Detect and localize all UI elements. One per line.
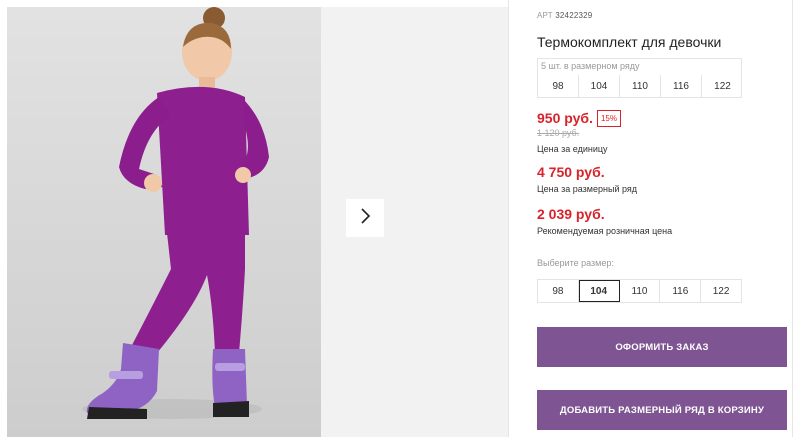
size-set-item: 104 — [579, 75, 620, 97]
retail-price-label: Рекомендуемая розничная цена — [537, 226, 673, 236]
size-select-caption: Выберите размер: — [537, 258, 614, 268]
panel-divider — [508, 0, 509, 437]
product-title: Термокомплект для девочки — [537, 34, 722, 50]
size-set-row: 98 104 110 116 122 — [538, 75, 743, 97]
panel-divider-right — [792, 0, 793, 437]
retail-price: 2 039 руб. — [537, 206, 605, 222]
size-set-item: 110 — [620, 75, 661, 97]
product-photo[interactable] — [7, 7, 321, 437]
unit-price-label: Цена за единицу — [537, 144, 608, 154]
set-price: 4 750 руб. — [537, 164, 605, 180]
size-option-selected[interactable]: 104 — [578, 280, 620, 302]
size-option[interactable]: 98 — [538, 280, 579, 302]
article-value: 32422329 — [555, 11, 593, 20]
checkout-button[interactable]: ОФОРМИТЬ ЗАКАЗ — [537, 327, 787, 367]
old-price: 1 120 руб. — [537, 128, 580, 138]
size-option[interactable]: 116 — [660, 280, 702, 302]
size-option[interactable]: 110 — [620, 280, 661, 302]
article-number: АРТ 32422329 — [537, 11, 592, 20]
product-gallery — [7, 7, 509, 437]
size-set-item: 116 — [661, 75, 702, 97]
next-image-button[interactable] — [346, 199, 384, 237]
size-selector: 98 104 110 116 122 — [537, 279, 742, 303]
add-size-set-to-cart-button[interactable]: ДОБАВИТЬ РАЗМЕРНЫЙ РЯД В КОРЗИНУ — [537, 390, 787, 430]
set-price-label: Цена за размерный ряд — [537, 184, 638, 194]
article-label: АРТ — [537, 11, 553, 20]
unit-price: 950 руб. — [537, 110, 593, 126]
size-option[interactable]: 122 — [701, 280, 741, 302]
size-set-caption: 5 шт. в размерном ряду — [541, 61, 640, 71]
discount-badge: 15% — [597, 110, 621, 127]
chevron-right-icon — [359, 207, 371, 229]
girl-in-thermal-set-image — [7, 7, 321, 437]
size-set-item: 98 — [538, 75, 579, 97]
size-set-item: 122 — [714, 80, 731, 92]
size-set-box: 5 шт. в размерном ряду 98 104 110 116 12… — [537, 58, 742, 98]
